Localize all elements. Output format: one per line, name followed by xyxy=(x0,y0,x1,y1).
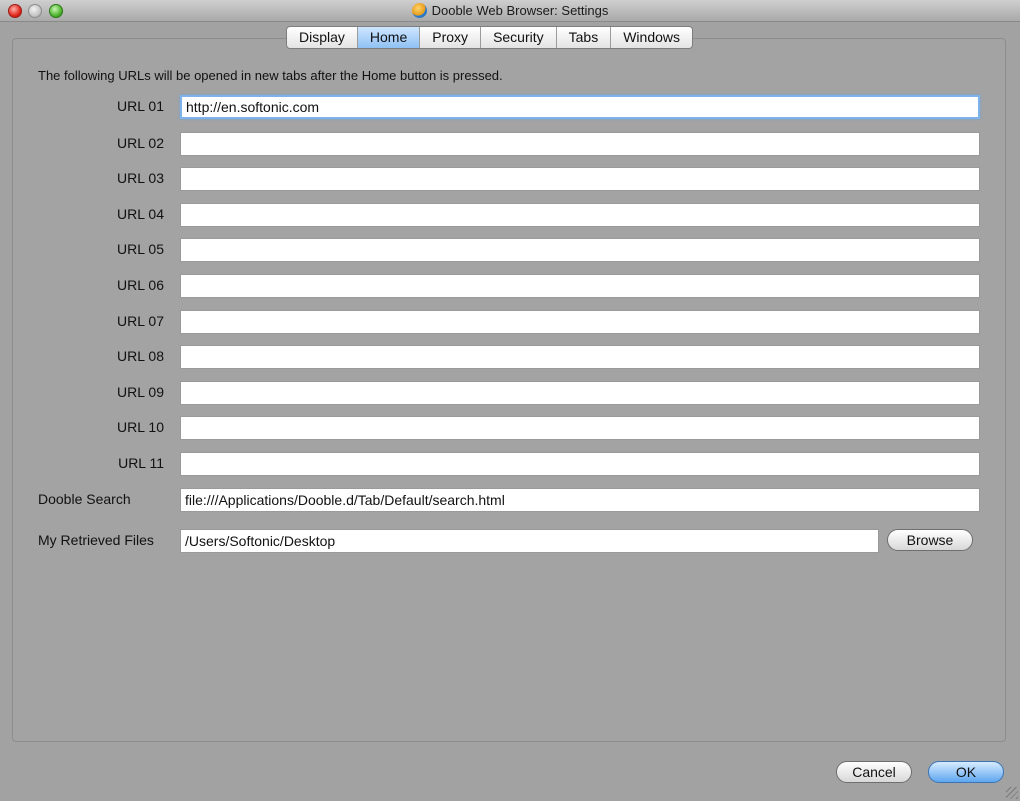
resize-grip-icon[interactable] xyxy=(1006,787,1018,799)
retrieved-files-label: My Retrieved Files xyxy=(38,532,154,548)
url-08-input[interactable] xyxy=(180,345,980,369)
url-03-input[interactable] xyxy=(180,167,980,191)
retrieved-files-input[interactable] xyxy=(180,529,879,553)
url-row-06: URL 06 xyxy=(0,274,1020,298)
dooble-search-row: Dooble Search xyxy=(0,488,1020,512)
ok-button[interactable]: OK xyxy=(928,761,1004,783)
url-row-07: URL 07 xyxy=(0,310,1020,334)
url-row-09: URL 09 xyxy=(0,381,1020,405)
tab-tabs[interactable]: Tabs xyxy=(557,27,612,48)
cancel-button[interactable]: Cancel xyxy=(836,761,912,783)
settings-window: Dooble Web Browser: Settings Display Hom… xyxy=(0,0,1020,801)
dooble-search-label: Dooble Search xyxy=(38,491,131,507)
url-row-01: URL 01 xyxy=(0,95,1020,119)
url-row-04: URL 04 xyxy=(0,203,1020,227)
title-bar[interactable]: Dooble Web Browser: Settings xyxy=(0,0,1020,22)
dooble-app-icon xyxy=(411,3,427,18)
url-05-input[interactable] xyxy=(180,238,980,262)
url-label: URL 09 xyxy=(117,384,164,400)
url-10-input[interactable] xyxy=(180,416,980,440)
url-06-input[interactable] xyxy=(180,274,980,298)
url-row-08: URL 08 xyxy=(0,345,1020,369)
url-label: URL 10 xyxy=(117,419,164,435)
url-07-input[interactable] xyxy=(180,310,980,334)
browse-button[interactable]: Browse xyxy=(887,529,973,551)
url-row-02: URL 02 xyxy=(0,132,1020,156)
url-row-11: URL 11 xyxy=(0,452,1020,476)
url-label: URL 04 xyxy=(117,206,164,222)
url-label: URL 08 xyxy=(117,348,164,364)
url-02-input[interactable] xyxy=(180,132,980,156)
url-04-input[interactable] xyxy=(180,203,980,227)
url-09-input[interactable] xyxy=(180,381,980,405)
home-urls-description: The following URLs will be opened in new… xyxy=(38,68,503,83)
window-title-text: Dooble Web Browser: Settings xyxy=(431,3,609,18)
url-row-03: URL 03 xyxy=(0,167,1020,191)
url-01-input[interactable] xyxy=(180,95,980,119)
window-title: Dooble Web Browser: Settings xyxy=(0,3,1020,18)
url-label: URL 03 xyxy=(117,170,164,186)
url-label: URL 11 xyxy=(118,455,164,471)
settings-tabs: Display Home Proxy Security Tabs Windows xyxy=(286,26,694,49)
tab-proxy[interactable]: Proxy xyxy=(420,27,482,48)
tab-display[interactable]: Display xyxy=(287,27,358,48)
url-label: URL 02 xyxy=(117,135,164,151)
tab-home[interactable]: Home xyxy=(357,27,421,48)
url-label: URL 06 xyxy=(117,277,164,293)
tab-security[interactable]: Security xyxy=(481,27,557,48)
url-label: URL 07 xyxy=(117,313,164,329)
url-row-10: URL 10 xyxy=(0,416,1020,440)
url-row-05: URL 05 xyxy=(0,238,1020,262)
url-label: URL 05 xyxy=(117,241,164,257)
url-11-input[interactable] xyxy=(180,452,980,476)
dooble-search-input[interactable] xyxy=(180,488,980,512)
tab-windows[interactable]: Windows xyxy=(611,27,692,48)
retrieved-files-row: My Retrieved Files xyxy=(0,529,1020,553)
url-label: URL 01 xyxy=(117,98,164,114)
